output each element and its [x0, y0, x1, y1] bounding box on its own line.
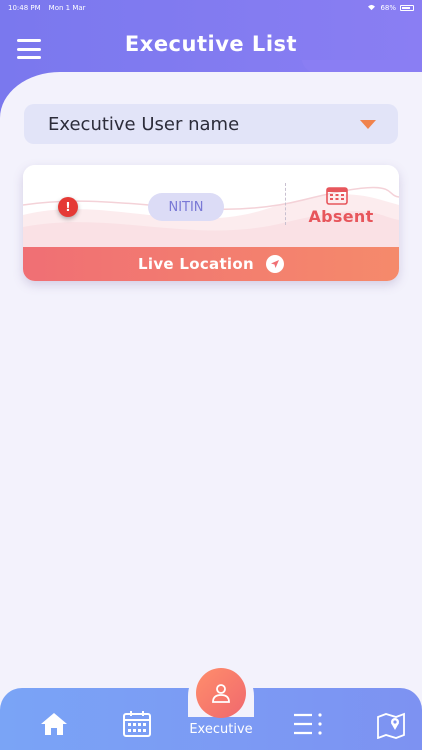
live-location-label: Live Location [138, 255, 254, 273]
executive-card: ! NITIN Absent Live Location [23, 165, 399, 281]
nav-calendar-icon[interactable] [122, 710, 152, 742]
nav-executive-button[interactable] [196, 668, 246, 718]
live-location-button[interactable]: Live Location [23, 247, 399, 281]
status-date: Mon 1 Mar [48, 4, 86, 12]
calendar-icon [326, 185, 348, 209]
card-divider [285, 183, 286, 225]
alert-icon[interactable]: ! [58, 197, 78, 217]
status-time: 10:48 PM [8, 4, 41, 12]
nav-list-icon[interactable] [292, 712, 324, 740]
wifi-icon [367, 4, 376, 13]
dropdown-label: Executive User name [48, 113, 240, 135]
user-icon [212, 684, 230, 703]
executive-user-dropdown[interactable]: Executive User name [24, 104, 398, 144]
executive-name: NITIN [148, 193, 224, 221]
nav-map-location-icon[interactable] [376, 711, 406, 743]
navigation-arrow-icon [265, 255, 284, 273]
nav-home-icon[interactable] [39, 711, 69, 741]
screen: 10:48 PM Mon 1 Mar 68% Executive List Ex… [0, 0, 422, 750]
attendance-status: Absent [308, 207, 374, 226]
nav-executive-label: Executive [189, 722, 253, 737]
card-body: ! NITIN Absent [23, 165, 399, 247]
status-bar: 10:48 PM Mon 1 Mar 68% [0, 0, 422, 16]
page-title: Executive List [124, 32, 298, 56]
caret-down-icon [360, 119, 376, 129]
menu-bar [17, 56, 41, 59]
battery-percent: 68% [380, 4, 396, 12]
battery-icon [400, 5, 414, 11]
